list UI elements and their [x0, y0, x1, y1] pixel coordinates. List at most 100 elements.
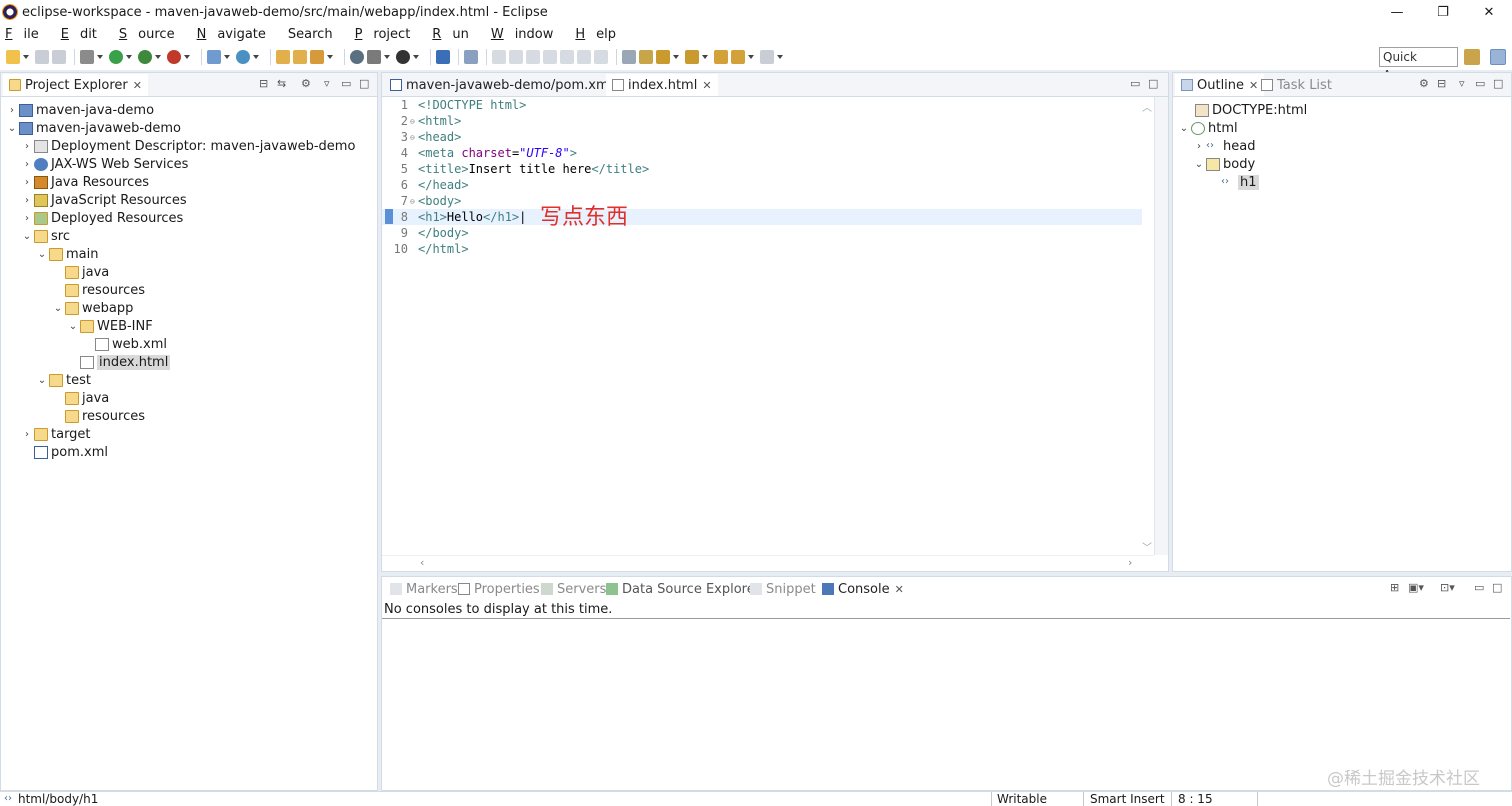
- step-over-icon[interactable]: [577, 50, 591, 64]
- globe-dropdown-icon[interactable]: [253, 55, 259, 59]
- display-console-icon[interactable]: ▣▾: [1408, 581, 1424, 594]
- minimize-view-icon[interactable]: ▭: [1130, 77, 1140, 90]
- new-server-dropdown-icon[interactable]: [224, 55, 230, 59]
- code-line[interactable]: 4 <meta charset="UTF-8">: [382, 145, 1142, 161]
- code-line[interactable]: 7 ⊖ <body>: [382, 193, 1142, 209]
- back-dropdown-icon[interactable]: [748, 55, 754, 59]
- tab-console[interactable]: Console ✕: [816, 578, 910, 600]
- outline-item-head[interactable]: › ‹› head: [1192, 137, 1255, 155]
- jee-perspective-icon[interactable]: [1490, 49, 1506, 65]
- debug-icon[interactable]: [138, 50, 152, 64]
- scroll-right-icon[interactable]: ›: [1128, 556, 1132, 569]
- sort-icon[interactable]: ⚙: [1419, 77, 1429, 90]
- current-code-line[interactable]: 8 <h1>Hello</h1>|: [382, 209, 1142, 225]
- collapse-all-icon[interactable]: ⊟: [1437, 77, 1446, 90]
- tree-item-test[interactable]: ⌄ test: [35, 371, 91, 389]
- toggle-highlight-icon[interactable]: [639, 50, 653, 64]
- forward-icon[interactable]: [760, 50, 774, 64]
- search-dropdown-icon[interactable]: [384, 55, 390, 59]
- tree-item-javascript-resources[interactable]: › JavaScript Resources: [20, 191, 187, 209]
- suspend-icon[interactable]: [509, 50, 523, 64]
- tab-data-source-explorer[interactable]: Data Source Explorer: [600, 578, 766, 600]
- tree-item-src[interactable]: ⌄ src: [20, 227, 70, 245]
- debug-dropdown-icon[interactable]: [155, 55, 161, 59]
- tree-item-webapp[interactable]: ⌄ webapp: [51, 299, 134, 317]
- code-line[interactable]: 5 <title>Insert title here</title>: [382, 161, 1142, 177]
- resume-icon[interactable]: [492, 50, 506, 64]
- outline-item-doctype[interactable]: DOCTYPE:html: [1181, 101, 1307, 119]
- new-icon[interactable]: [6, 50, 20, 64]
- build-dropdown-icon[interactable]: [97, 55, 103, 59]
- tree-item-target[interactable]: › target: [20, 425, 91, 443]
- next-annotation-dropdown-icon[interactable]: [673, 55, 679, 59]
- filter-icon[interactable]: ⚙: [301, 77, 311, 90]
- next-annotation-icon[interactable]: [656, 50, 670, 64]
- tool-dropdown-icon[interactable]: [327, 55, 333, 59]
- code-line[interactable]: 3 ⊖ <head>: [382, 129, 1142, 145]
- open-type-icon[interactable]: [276, 50, 290, 64]
- terminal-icon[interactable]: [436, 50, 450, 64]
- previous-annotation-dropdown-icon[interactable]: [702, 55, 708, 59]
- tab-outline[interactable]: Outline ✕: [1175, 74, 1265, 96]
- tab-index-html[interactable]: index.html ✕: [606, 74, 718, 96]
- menu-run[interactable]: Run: [432, 27, 480, 42]
- menu-edit[interactable]: Edit: [61, 27, 108, 42]
- close-icon[interactable]: ✕: [702, 79, 711, 92]
- maximize-view-icon[interactable]: □: [359, 77, 369, 90]
- terminate-icon[interactable]: [526, 50, 540, 64]
- forward-dropdown-icon[interactable]: [777, 55, 783, 59]
- run-dropdown-icon[interactable]: [126, 55, 132, 59]
- menu-file[interactable]: File: [5, 27, 50, 42]
- open-console-icon[interactable]: ⊞: [1390, 581, 1399, 594]
- previous-annotation-icon[interactable]: [685, 50, 699, 64]
- close-window-button[interactable]: ✕: [1466, 0, 1512, 24]
- tree-item-index-html[interactable]: index.html: [66, 353, 171, 371]
- save-icon[interactable]: [35, 50, 49, 64]
- step-return-icon[interactable]: [594, 50, 608, 64]
- view-menu-icon[interactable]: ▿: [324, 77, 330, 90]
- tree-item-main-resources[interactable]: resources: [51, 281, 145, 299]
- last-edit-icon[interactable]: [714, 50, 728, 64]
- back-icon[interactable]: [731, 50, 745, 64]
- minimize-button[interactable]: —: [1374, 0, 1420, 24]
- tree-item-pom-xml[interactable]: pom.xml: [20, 443, 108, 461]
- fold-icon[interactable]: ⊖: [410, 197, 418, 206]
- scroll-left-icon[interactable]: ‹: [420, 556, 424, 569]
- minimize-view-icon[interactable]: ▭: [1475, 77, 1485, 90]
- open-perspective-icon[interactable]: [1464, 49, 1480, 65]
- tab-task-list[interactable]: Task List: [1255, 74, 1338, 96]
- tree-item-test-java[interactable]: java: [51, 389, 109, 407]
- horizontal-scrollbar[interactable]: [382, 555, 1154, 571]
- fold-icon[interactable]: ⊖: [410, 133, 418, 142]
- new-console-icon[interactable]: ⊡▾: [1440, 581, 1455, 594]
- quick-access-field[interactable]: Quick Access: [1379, 47, 1458, 82]
- close-icon[interactable]: ✕: [133, 79, 142, 92]
- user-icon[interactable]: [396, 50, 410, 64]
- code-line[interactable]: 9 </body>: [382, 225, 1142, 241]
- overview-ruler[interactable]: [1154, 97, 1168, 555]
- tab-project-explorer[interactable]: Project Explorer ✕: [3, 74, 148, 96]
- tab-properties[interactable]: Properties: [452, 578, 546, 600]
- tree-item-deployment-descriptor[interactable]: › Deployment Descriptor: maven-javaweb-de…: [20, 137, 355, 155]
- maximize-view-icon[interactable]: □: [1492, 581, 1502, 594]
- code-line[interactable]: 2 ⊖ <html>: [382, 113, 1142, 129]
- code-editor[interactable]: 1 <!DOCTYPE html> 2 ⊖ <html> 3 ⊖ <head> 4 <met…: [382, 97, 1142, 553]
- outline-item-html[interactable]: ⌄ html: [1177, 119, 1238, 137]
- build-icon[interactable]: [80, 50, 94, 64]
- new-dropdown-icon[interactable]: [23, 55, 29, 59]
- scroll-up-icon[interactable]: ︿: [1142, 99, 1152, 114]
- tree-item-maven-java-demo[interactable]: › maven-java-demo: [5, 101, 154, 119]
- maximize-view-icon[interactable]: □: [1148, 77, 1158, 90]
- tree-item-test-resources[interactable]: resources: [51, 407, 145, 425]
- external-tools-icon[interactable]: [167, 50, 181, 64]
- tab-pom-xml[interactable]: maven-javaweb-demo/pom.xml: [384, 74, 618, 96]
- menu-source[interactable]: Source: [119, 27, 186, 42]
- disconnect-icon[interactable]: [543, 50, 557, 64]
- toggle-mark-icon[interactable]: [622, 50, 636, 64]
- minimize-view-icon[interactable]: ▭: [341, 77, 351, 90]
- search-icon[interactable]: [367, 50, 381, 64]
- external-tools-dropdown-icon[interactable]: [184, 55, 190, 59]
- tree-item-jax-ws[interactable]: › JAX-WS Web Services: [20, 155, 188, 173]
- browser-icon[interactable]: [350, 50, 364, 64]
- new-server-icon[interactable]: [207, 50, 221, 64]
